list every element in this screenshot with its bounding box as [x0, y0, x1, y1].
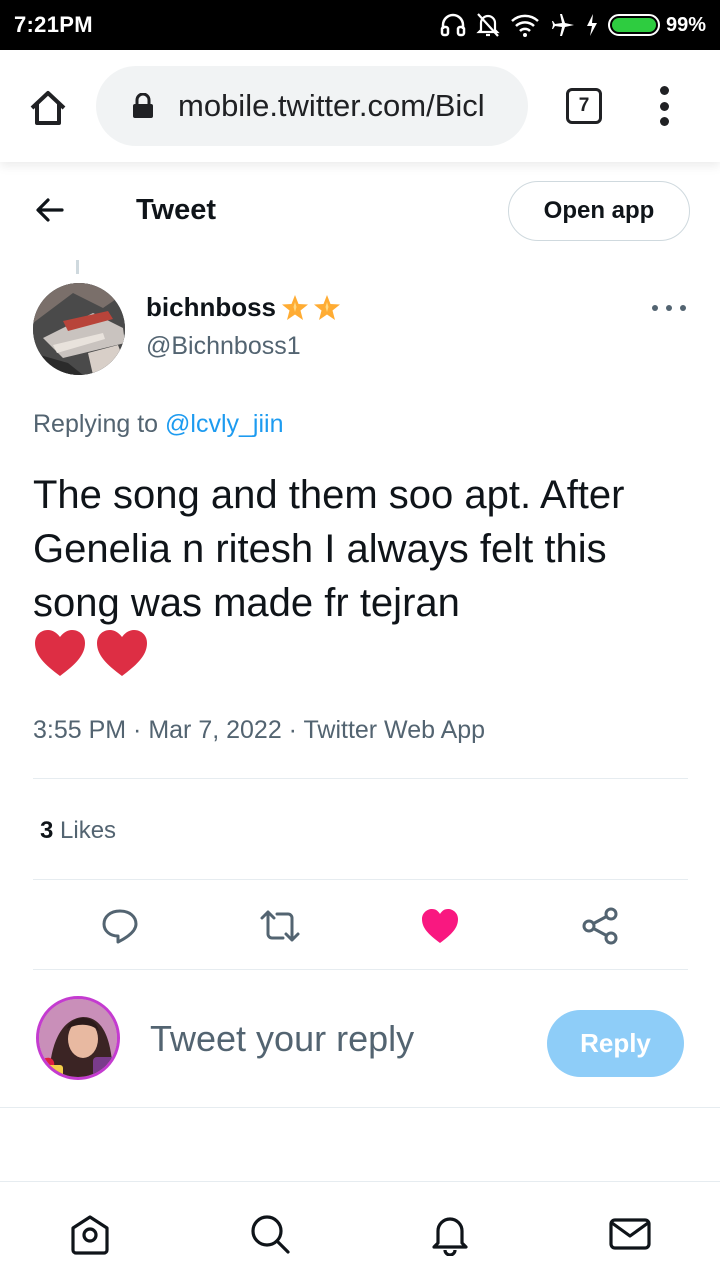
- battery-percent: 99%: [665, 13, 706, 36]
- nav-search-icon[interactable]: [248, 1212, 292, 1256]
- author-name[interactable]: bichnboss: [146, 292, 342, 323]
- divider: [33, 879, 688, 880]
- url-text: mobile.twitter.com/Bicl: [178, 88, 485, 123]
- reply-input[interactable]: Tweet your reply: [150, 1018, 414, 1060]
- headphones-icon: [440, 13, 466, 37]
- status-time: 7:21PM: [14, 12, 93, 37]
- battery-icon: 99%: [607, 13, 706, 37]
- charging-icon: [586, 14, 598, 36]
- divider: [33, 969, 688, 970]
- likes-label: Likes: [53, 817, 117, 844]
- tab-switcher-button[interactable]: 7: [566, 88, 602, 124]
- like-icon[interactable]: [418, 904, 462, 948]
- reply-icon[interactable]: [98, 904, 142, 948]
- address-bar[interactable]: mobile.twitter.com/Bicl: [96, 66, 528, 146]
- share-icon[interactable]: [578, 904, 622, 948]
- nav-messages-icon[interactable]: [608, 1212, 652, 1256]
- mute-bell-icon: [476, 12, 500, 38]
- open-app-button[interactable]: Open app: [508, 181, 690, 241]
- star-emoji-icons: [280, 293, 342, 323]
- status-icons: 99%: [440, 12, 706, 38]
- overflow-menu-icon[interactable]: [652, 86, 676, 126]
- likes-count-link[interactable]: 3 Likes: [40, 817, 116, 845]
- lock-icon: [132, 92, 154, 119]
- divider: [33, 778, 688, 779]
- author-handle[interactable]: @Bichnboss1: [146, 332, 301, 361]
- page-title: Tweet: [136, 194, 217, 226]
- replying-mention-link[interactable]: @lcvly_jiin: [165, 410, 283, 438]
- replying-prefix: Replying to: [33, 410, 166, 438]
- airplane-icon: [550, 12, 576, 38]
- author-avatar[interactable]: [33, 283, 125, 375]
- bottom-navigation: [0, 1181, 720, 1280]
- reply-button[interactable]: Reply: [547, 1010, 684, 1077]
- divider: [0, 1107, 720, 1108]
- tweet-timestamp[interactable]: 3:55 PM · Mar 7, 2022 · Twitter Web App: [33, 716, 485, 745]
- tweet-text: The song and them soo apt. After Genelia…: [33, 473, 625, 625]
- nav-home-icon[interactable]: [68, 1212, 112, 1256]
- heart-emoji-icon: [97, 630, 147, 676]
- nav-notifications-icon[interactable]: [428, 1212, 472, 1256]
- star-emoji-icon: [282, 294, 309, 320]
- home-icon[interactable]: [26, 86, 70, 130]
- heart-emoji-icon: [35, 630, 85, 676]
- author-name-text: bichnboss: [146, 292, 277, 322]
- replying-to: Replying to @lcvly_jiin: [33, 410, 284, 439]
- status-bar: 7:21PM 99%: [0, 0, 720, 50]
- more-options-icon[interactable]: [652, 298, 686, 318]
- back-arrow-icon[interactable]: [34, 194, 66, 226]
- thread-connector: [76, 260, 79, 274]
- star-emoji-icon: [314, 294, 341, 320]
- tweet-header: Tweet Open app: [0, 170, 720, 250]
- user-avatar[interactable]: [36, 996, 120, 1080]
- retweet-icon[interactable]: [258, 904, 302, 948]
- wifi-icon: [510, 13, 540, 37]
- likes-count: 3: [40, 817, 54, 844]
- heart-emojis: [33, 628, 149, 678]
- browser-toolbar: mobile.twitter.com/Bicl 7: [0, 50, 720, 162]
